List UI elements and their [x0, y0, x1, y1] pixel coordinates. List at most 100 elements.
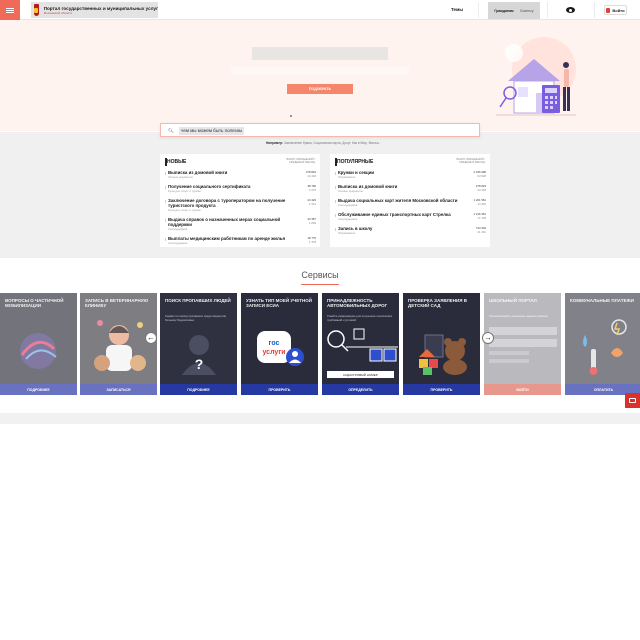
list-item-stats: 478 823 24 418 [476, 184, 486, 192]
list-item-stats: 24 423 1 941 [307, 198, 316, 206]
login-label: Войти [612, 7, 625, 13]
monthly-average: 1 378 [309, 240, 316, 244]
service-card-missing-people[interactable]: Поиск пропавших людей Сервис по поиску п… [160, 293, 237, 395]
card-title: Запись в ветеринарную клинику [85, 298, 149, 308]
coat-of-arms-icon [34, 4, 39, 16]
eye-icon[interactable] [566, 7, 575, 13]
monthly-average: 24 418 [477, 188, 486, 192]
card-title: Поиск пропавших людей [165, 298, 231, 303]
monthly-average: 24 418 [307, 174, 316, 178]
audience-business[interactable]: Бизнесу [520, 9, 533, 13]
svg-text:услуги: услуги [262, 349, 285, 356]
page: Портал государственных и муниципальных у… [0, 0, 640, 640]
examples-label: Например: [266, 141, 284, 145]
cadastral-number-button[interactable]: КАДАСТРОВЫЙ НОМЕР [327, 371, 394, 378]
card-button[interactable]: ЗАПИСАТЬСЯ [80, 384, 157, 395]
card-button[interactable]: ПРОВЕРИТЬ [241, 384, 318, 395]
arrow-left-icon[interactable]: ← [145, 332, 157, 344]
examples-text[interactable]: Заключение брака, Социальная карта, Досу… [284, 141, 381, 145]
monthly-average: 1 941 [309, 202, 316, 206]
svg-text:?: ? [195, 356, 204, 372]
search-examples: Например: Заключение брака, Социальная к… [266, 141, 381, 145]
list-item-category: Соцподдержка [168, 241, 188, 245]
list-item-category: Культура, спорт и туризм [168, 189, 201, 193]
gosuslugi-icon: гос услуги [257, 331, 304, 366]
services-title: Сервисы [0, 270, 640, 285]
brand-subtitle: Московской области [43, 10, 73, 15]
search-icon: 🔍︎ [168, 128, 174, 133]
audience-citizens[interactable]: Гражданам [494, 9, 513, 13]
list-item[interactable]: Кружки и секции Образование 2 195 996 64 52… [335, 170, 486, 179]
list-item-title[interactable]: Выдача справок о назначенных мерах социа… [168, 217, 290, 227]
find-button-label: ПОДОБРАТЬ [309, 87, 331, 91]
list-item[interactable]: Выписка из домовой книги Личные документы… [165, 170, 316, 179]
list-item-category: Образование [338, 231, 356, 235]
portal-logo[interactable]: Портал государственных и муниципальных у… [31, 2, 158, 18]
list-item[interactable]: Запись в школу Образование 744 303 21 461 [335, 226, 486, 235]
hero-search-input[interactable] [252, 47, 388, 60]
nav-themes[interactable]: Темы [451, 7, 463, 12]
divider [594, 2, 595, 18]
monthly-average: 17 138 [477, 216, 486, 220]
monthly-average: 64 528 [477, 174, 486, 178]
card-button[interactable]: ВОЙТИ [484, 384, 561, 395]
list-item-stats: 478 823 24 418 [306, 170, 316, 178]
list-item-stats: 1 216 351 17 138 [474, 212, 486, 220]
missing-person-icon: ? [182, 335, 216, 375]
card-button[interactable]: ПОДРОБНЕЕ [0, 384, 77, 395]
service-card-vet-clinic[interactable]: Запись в ветеринарную клинику ЗАПИСАТЬСЯ [80, 293, 157, 395]
card-title: Проверка заявления в детский сад [408, 298, 467, 308]
road-map-illustration [327, 328, 398, 362]
arrow-right-icon[interactable]: → [482, 332, 494, 344]
header: Портал государственных и муниципальных у… [0, 0, 640, 20]
popular-services-panel: ПОПУЛЯРНЫЕ ВСЕГО ОБРАЩЕНИЙ / СРЕДНЕЕ В М… [330, 154, 490, 247]
query-input[interactable]: чем мы можем быть полезны [179, 127, 245, 135]
list-item[interactable]: Выписка из домовой книги Личные документы… [335, 184, 486, 193]
house-illustration [496, 37, 576, 116]
audience-switch[interactable]: Гражданам Бизнесу [488, 2, 540, 19]
vet-clinic-illustration [94, 320, 146, 371]
list-item[interactable]: Заключение договора с туроператором на п… [165, 198, 316, 212]
login-button[interactable]: Войти [604, 5, 627, 15]
helper-text [489, 351, 529, 355]
chat-icon[interactable] [625, 393, 640, 408]
monthly-average: 1 809 [309, 221, 316, 225]
list-item[interactable]: Выплаты медицинским работникам по аренде… [165, 236, 316, 245]
card-description: Узнайте информацию для получения техниче… [327, 314, 393, 322]
login-field[interactable] [489, 327, 557, 335]
list-item-stats: 2 195 996 64 528 [474, 170, 486, 178]
hero: ПОДОБРАТЬ [0, 20, 640, 131]
list-item[interactable]: Получение социального сертификата Культур… [165, 184, 316, 193]
card-title: Школьный портал [489, 298, 537, 303]
list-item-stats: 18 770 1 378 [307, 236, 316, 244]
list-item-title[interactable]: Заключение договора с туроператором на п… [168, 198, 290, 208]
service-card-esia[interactable]: Узнать тип моей учетной записи ЕСИА гос … [241, 293, 318, 395]
service-card-mobilization[interactable]: Вопросы о частичной мобилизации ПОДРОБНЕ… [0, 293, 77, 395]
service-card-roads[interactable]: Принадлежность автомобильных дорог Узнай… [322, 293, 399, 395]
query-bar[interactable]: 🔍︎ чем мы можем быть полезны [160, 123, 480, 137]
panel-subtitle: ВСЕГО ОБРАЩЕНИЙ / СРЕДНЕЕ В МЕСЯЦ [456, 158, 485, 165]
list-item[interactable]: Обслуживание единых транспортных карт Ст… [335, 212, 486, 221]
service-card-school-portal[interactable]: Школьный портал Просматривайте домашние … [484, 293, 561, 395]
list-item-category: Культура, спорт и туризм [168, 208, 201, 212]
card-button[interactable]: ПРОВЕРИТЬ [403, 384, 480, 395]
list-item-stats: 744 303 21 461 [476, 226, 486, 234]
card-button[interactable]: ОПРЕДЕЛИТЬ [322, 384, 399, 395]
card-title: Вопросы о частичной мобилизации [5, 298, 64, 308]
list-item[interactable]: Выдача социальных карт жителя Московской… [335, 198, 486, 207]
hamburger-menu-icon[interactable] [0, 0, 20, 20]
footer-strip [0, 413, 640, 424]
list-item[interactable]: Выдача справок о назначенных мерах социа… [165, 217, 316, 231]
service-card-utilities[interactable]: Коммунальные платежи ОПЛАТИТЬ [565, 293, 640, 395]
card-description: Просматривайте домашние задания ребенка [489, 314, 548, 318]
card-title: Принадлежность автомобильных дорог [327, 298, 388, 308]
panel-subtitle: ВСЕГО ОБРАЩЕНИЙ / СРЕДНЕЕ В МЕСЯЦ [286, 158, 315, 165]
service-card-kindergarten[interactable]: Проверка заявления в детский сад ПРОВЕРИ… [403, 293, 480, 395]
password-field[interactable] [489, 339, 557, 347]
mobilization-illustration [20, 333, 57, 369]
new-services-list: Выписка из домовой книги Личные документы… [165, 170, 316, 250]
find-button[interactable]: ПОДОБРАТЬ [287, 84, 353, 94]
monthly-average: 14 346 [477, 202, 486, 206]
card-button[interactable]: ПОДРОБНЕЕ [160, 384, 237, 395]
carousel-dot[interactable] [290, 115, 292, 117]
